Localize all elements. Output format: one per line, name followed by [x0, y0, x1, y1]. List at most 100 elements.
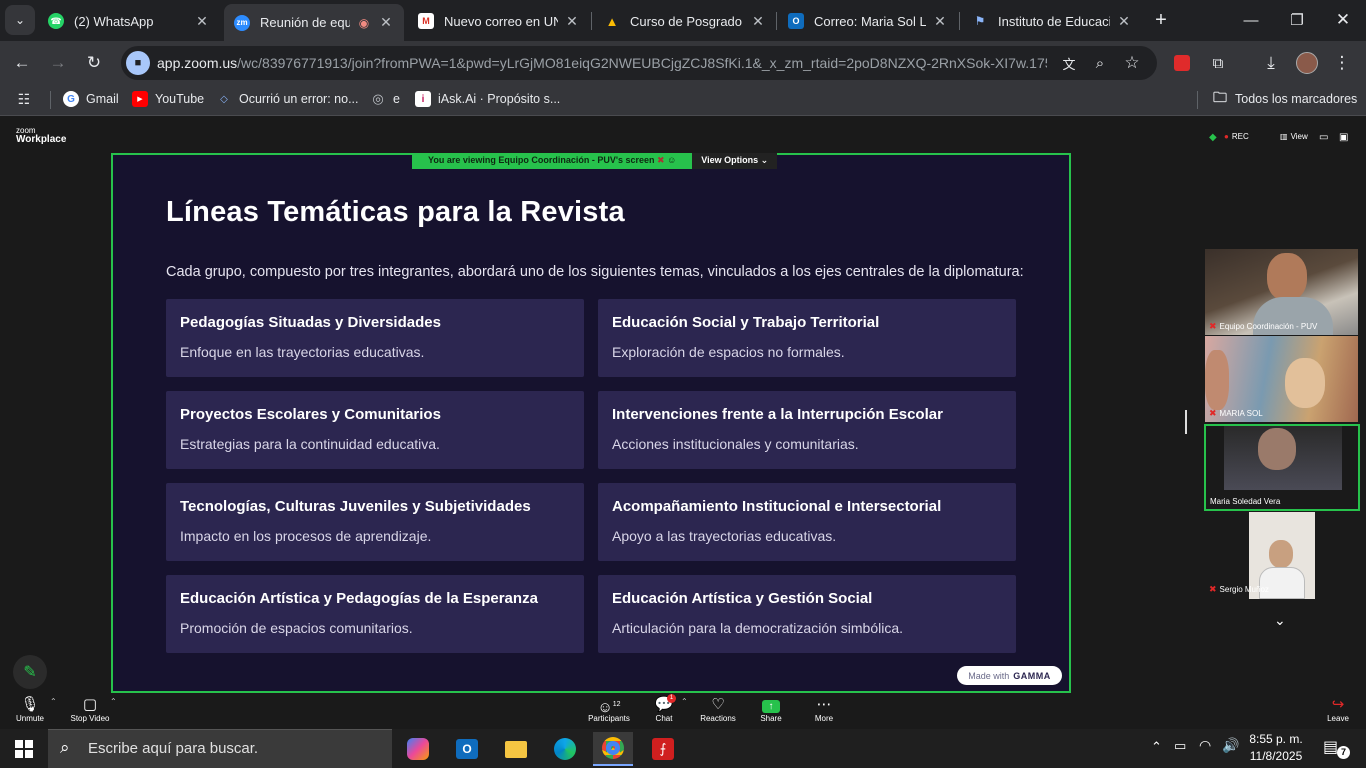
- url-text[interactable]: app.zoom.us/wc/83976771913/join?fromPWA=…: [157, 55, 1047, 71]
- menu-kebab-icon[interactable]: ⋮: [1327, 48, 1357, 78]
- close-tab-icon[interactable]: ✕: [750, 13, 766, 30]
- share-button[interactable]: ↑ Share: [741, 696, 801, 723]
- bookmark-label: iAsk.Ai · Propósito s...: [438, 92, 561, 106]
- participant-video-tile-active[interactable]: Maria Soledad Vera: [1204, 424, 1360, 511]
- more-button[interactable]: ⋯ More: [794, 696, 854, 723]
- start-windows-icon[interactable]: [4, 732, 44, 766]
- tab-whatsapp[interactable]: ☎ (2) WhatsApp ✕: [38, 6, 220, 36]
- tab-search-button[interactable]: ⌄: [5, 5, 35, 35]
- forward-button[interactable]: →: [43, 48, 73, 78]
- tab-gmail[interactable]: M Nuevo correo en UN ✕: [408, 6, 590, 36]
- tab-title: Reunión de equip: [260, 15, 350, 30]
- drive-icon: ▲: [605, 13, 619, 29]
- tab-separator: [591, 12, 592, 30]
- bookmark-iask[interactable]: i iAsk.Ai · Propósito s...: [415, 91, 560, 107]
- all-bookmarks[interactable]: 🗀 Todos los marcadores: [1212, 89, 1357, 107]
- close-tab-icon[interactable]: ✕: [932, 13, 948, 30]
- participants-button[interactable]: ☺12 Participants: [579, 696, 639, 723]
- tab-separator: [776, 12, 777, 30]
- bookmark-error[interactable]: ◇ Ocurrió un error: no...: [216, 91, 359, 107]
- wifi-icon[interactable]: ◠: [1199, 737, 1211, 754]
- edge-icon[interactable]: [545, 732, 585, 766]
- outlook-app-icon[interactable]: O: [447, 732, 487, 766]
- acrobat-icon[interactable]: ⨍: [643, 732, 683, 766]
- battery-icon[interactable]: ▭: [1174, 738, 1186, 754]
- topic-card: Pedagogías Situadas y Diversidades Enfoq…: [166, 299, 584, 377]
- profile-avatar[interactable]: [1292, 48, 1322, 78]
- minimize-button[interactable]: —: [1228, 0, 1274, 40]
- notification-center-icon[interactable]: ▤: [1323, 737, 1338, 757]
- participant-video-tile[interactable]: ✖ MARIA SOL: [1205, 336, 1358, 422]
- made-with-gamma-badge[interactable]: Made with GAMMA: [957, 666, 1062, 685]
- back-button[interactable]: ←: [7, 48, 37, 78]
- new-tab-button[interactable]: +: [1146, 5, 1176, 35]
- leave-label: Leave: [1327, 714, 1349, 723]
- copilot-icon[interactable]: [398, 732, 438, 766]
- view-button[interactable]: ▥ View: [1280, 132, 1308, 141]
- bookmark-e[interactable]: ◎ e: [370, 91, 400, 107]
- bookmark-gmail[interactable]: G Gmail: [63, 91, 119, 107]
- bookmark-label: Ocurrió un error: no...: [239, 92, 359, 106]
- apps-grid-icon[interactable]: ☷: [16, 91, 39, 107]
- close-tab-icon[interactable]: ✕: [378, 14, 394, 31]
- clock-date: 11/8/2025: [1249, 749, 1303, 763]
- view-options-button[interactable]: View Options ⌄: [692, 153, 778, 169]
- tab-instituto[interactable]: ⚑ Instituto de Educació ✕: [962, 6, 1142, 36]
- close-window-button[interactable]: ✕: [1320, 0, 1366, 40]
- extension-pdf-icon[interactable]: [1167, 48, 1197, 78]
- participant-name-tag: ✖ Equipo Coordinación - PUV: [1209, 321, 1317, 332]
- zoom-magnifier-icon[interactable]: ⌕: [1085, 48, 1115, 78]
- tab-zoom-meeting[interactable]: zm Reunión de equip ◉ ✕: [224, 4, 404, 41]
- bookmark-youtube[interactable]: ▶ YouTube: [132, 91, 204, 107]
- participant-face: [1205, 350, 1229, 410]
- site-icon: ⚑: [974, 14, 986, 28]
- chevron-down-icon[interactable]: ⌄: [1274, 612, 1286, 629]
- muted-mic-icon: ✖: [657, 155, 665, 165]
- more-label: More: [814, 714, 834, 723]
- view-icon: ▥: [1280, 132, 1288, 141]
- topic-card: Educación Social y Trabajo Territorial E…: [598, 299, 1016, 377]
- video-options-caret-icon[interactable]: ⌃: [110, 697, 117, 706]
- zoom-workplace-logo: zoom Workplace: [16, 127, 66, 145]
- outlook-icon: O: [788, 13, 804, 29]
- file-explorer-icon[interactable]: [496, 732, 536, 766]
- site-info-icon[interactable]: ■: [126, 51, 150, 75]
- close-tab-icon[interactable]: ✕: [564, 13, 580, 30]
- chat-options-caret-icon[interactable]: ⌃: [681, 697, 688, 706]
- panel-resize-handle[interactable]: [1185, 410, 1187, 434]
- close-tab-icon[interactable]: ✕: [194, 13, 210, 30]
- annotate-pencil-icon[interactable]: ✎: [13, 655, 47, 689]
- fullscreen-icon[interactable]: ▣: [1339, 132, 1348, 143]
- tab-drive[interactable]: ▲ Curso de Posgrado La ✕: [594, 6, 776, 36]
- bookmark-star-icon[interactable]: ☆: [1117, 48, 1147, 78]
- minimize-meeting-icon[interactable]: ▭: [1319, 132, 1328, 143]
- topic-card: Proyectos Escolares y Comunitarios Estra…: [166, 391, 584, 469]
- leave-button[interactable]: ↪ Leave: [1308, 696, 1366, 723]
- url-path: /wc/83976771913/join?fromPWA=1&pwd=yLrGj…: [237, 55, 1047, 71]
- topic-description: Exploración de espacios no formales.: [612, 344, 845, 360]
- extensions-icon[interactable]: ⧉: [1203, 48, 1233, 78]
- show-hidden-icons-caret[interactable]: ⌃: [1151, 739, 1162, 755]
- security-shield-icon[interactable]: ◆: [1209, 132, 1217, 143]
- tab-outlook[interactable]: O Correo: Maria Sol Lop ✕: [778, 6, 958, 36]
- audio-options-caret-icon[interactable]: ⌃: [50, 697, 57, 706]
- participant-name: MARIA SOL: [1219, 409, 1263, 418]
- close-tab-icon[interactable]: ✕: [1116, 13, 1132, 30]
- volume-icon[interactable]: 🔊: [1222, 737, 1239, 754]
- topic-title: Pedagogías Situadas y Diversidades: [180, 314, 441, 331]
- tab-title: Instituto de Educació: [998, 13, 1110, 29]
- reactions-button[interactable]: ♡ Reactions: [688, 696, 748, 723]
- topic-title: Intervenciones frente a la Interrupción …: [612, 406, 943, 423]
- restore-button[interactable]: ❐: [1274, 0, 1320, 40]
- made-with-label: Made with: [968, 670, 1010, 681]
- system-clock[interactable]: 8:55 p. m. 11/8/2025: [1246, 731, 1306, 765]
- translate-icon[interactable]: 文: [1054, 48, 1084, 78]
- download-icon[interactable]: ⤓: [1256, 48, 1286, 78]
- gmail-icon: M: [418, 13, 434, 29]
- url-host: app.zoom.us: [157, 55, 238, 71]
- topic-description: Acciones institucionales y comunitarias.: [612, 436, 859, 452]
- reload-button[interactable]: ↻: [79, 48, 109, 78]
- participant-video-tile[interactable]: ✖ Equipo Coordinación - PUV: [1205, 249, 1358, 335]
- chrome-app-icon[interactable]: [593, 732, 633, 766]
- heart-icon: ♡: [711, 696, 725, 713]
